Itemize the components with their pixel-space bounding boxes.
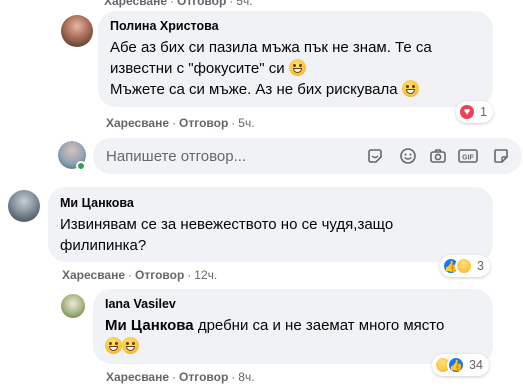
- top-actions-partial: Харесване · Отговор · 5ч.: [104, 0, 253, 8]
- like-link[interactable]: Харесване: [106, 116, 169, 130]
- reaction-summary[interactable]: ♥ 1: [456, 101, 493, 123]
- like-link[interactable]: Харесване: [62, 268, 125, 282]
- mention-link[interactable]: Ми Цанкова: [105, 317, 194, 334]
- comment-actions: Харесване · Отговор · 12ч.: [62, 268, 218, 282]
- grinning-emoji-icon: [122, 337, 139, 354]
- comment-line: Абе аз бих си пазила мъжа пък не знам. Т…: [110, 39, 432, 56]
- comment-line: Мъжете са си мъже. Аз не бих рискувала: [110, 79, 432, 100]
- reaction-summary[interactable]: 👍 3: [440, 255, 490, 277]
- reply-link[interactable]: Отговор: [177, 0, 226, 8]
- grinning-emoji-icon: [288, 59, 306, 76]
- grinning-emoji-icon: [105, 337, 122, 354]
- timestamp[interactable]: 12ч.: [194, 268, 217, 282]
- comment-line: Ми Цанкова дребни са и не заемат много м…: [105, 317, 445, 334]
- comment-actions: Харесване · Отговор · 5ч.: [106, 116, 255, 130]
- reaction-count: 34: [469, 358, 483, 372]
- avatar[interactable]: [8, 190, 40, 222]
- smiling-emoji-icon: [401, 80, 419, 97]
- like-reaction-icon: 👍: [447, 356, 465, 374]
- sticker-alt-icon[interactable]: [492, 147, 510, 165]
- reaction-summary[interactable]: 👍 34: [432, 354, 489, 376]
- timestamp[interactable]: 5ч.: [236, 0, 252, 8]
- avatar[interactable]: [61, 294, 85, 318]
- gif-icon[interactable]: GIF: [458, 147, 478, 165]
- online-status-indicator: [76, 161, 86, 171]
- comment-line: [105, 336, 444, 357]
- reply-input[interactable]: [106, 138, 356, 174]
- like-link[interactable]: Харесване: [104, 0, 167, 8]
- timestamp[interactable]: 8ч.: [238, 370, 254, 384]
- comment-text: Ми Цанкова дребни са и не заемат много м…: [105, 315, 444, 357]
- emoji-icon[interactable]: [399, 147, 417, 165]
- reaction-count: 1: [480, 105, 487, 119]
- reply-link[interactable]: Отговор: [135, 268, 184, 282]
- like-link[interactable]: Харесване: [106, 370, 169, 384]
- reply-link[interactable]: Отговор: [179, 370, 228, 384]
- svg-text:GIF: GIF: [462, 155, 474, 162]
- comment-author[interactable]: Ми Цанкова: [60, 196, 134, 210]
- comment-author[interactable]: Iana Vasilev: [105, 297, 176, 311]
- reaction-count: 3: [477, 259, 484, 273]
- reply-composer: GIF: [93, 138, 522, 174]
- comment-line: Извинявам се за невежеството но се чудя,…: [60, 216, 394, 233]
- comment-actions: Харесване · Отговор · 8ч.: [106, 370, 255, 384]
- haha-reaction-icon: [455, 257, 473, 275]
- comment-line: известни с "фокусите" си: [110, 58, 432, 79]
- camera-icon[interactable]: [429, 147, 447, 165]
- timestamp[interactable]: 5ч.: [238, 116, 254, 130]
- comment-text: Абе аз бих си пазила мъжа пък не знам. Т…: [110, 37, 432, 100]
- comment-author[interactable]: Полина Христова: [110, 19, 219, 33]
- reply-link[interactable]: Отговор: [179, 116, 228, 130]
- avatar[interactable]: [61, 15, 93, 47]
- love-reaction-icon: ♥: [458, 103, 476, 121]
- sticker-icon[interactable]: [366, 147, 384, 165]
- comment-line: филипинка?: [60, 237, 147, 254]
- comment-text: Извинявам се за невежеството но се чудя,…: [60, 214, 393, 256]
